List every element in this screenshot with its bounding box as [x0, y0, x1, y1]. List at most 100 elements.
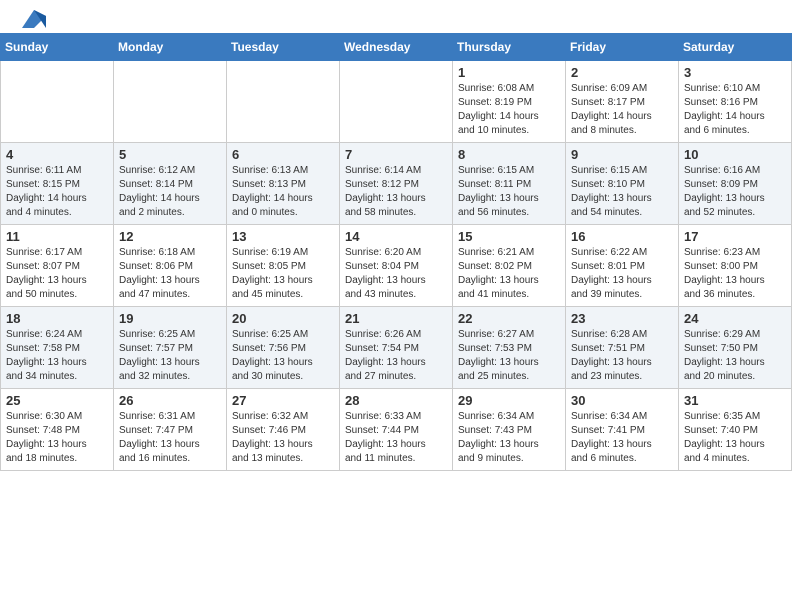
- day-info: Sunrise: 6:24 AM Sunset: 7:58 PM Dayligh…: [6, 328, 108, 384]
- logo: [20, 10, 46, 28]
- calendar-day: 28 Sunrise: 6:33 AM Sunset: 7:44 PM Dayli…: [340, 389, 453, 471]
- day-header-sunday: Sunday: [1, 34, 114, 61]
- day-info: Sunrise: 6:21 AM Sunset: 8:02 PM Dayligh…: [458, 246, 560, 302]
- calendar-day: [1, 61, 114, 143]
- day-header-wednesday: Wednesday: [340, 34, 453, 61]
- day-info: Sunrise: 6:23 AM Sunset: 8:00 PM Dayligh…: [684, 246, 786, 302]
- calendar-day: 25 Sunrise: 6:30 AM Sunset: 7:48 PM Dayli…: [1, 389, 114, 471]
- day-header-saturday: Saturday: [679, 34, 792, 61]
- day-info: Sunrise: 6:08 AM Sunset: 8:19 PM Dayligh…: [458, 82, 560, 138]
- day-number: 31: [684, 393, 786, 408]
- calendar-day: 5 Sunrise: 6:12 AM Sunset: 8:14 PM Daylig…: [114, 143, 227, 225]
- calendar-day: 9 Sunrise: 6:15 AM Sunset: 8:10 PM Daylig…: [566, 143, 679, 225]
- day-info: Sunrise: 6:31 AM Sunset: 7:47 PM Dayligh…: [119, 410, 221, 466]
- day-number: 16: [571, 229, 673, 244]
- calendar-day: 19Sunrise: 6:25 AM Sunset: 7:57 PM Dayli…: [114, 307, 227, 389]
- day-number: 18: [6, 311, 108, 326]
- day-info: Sunrise: 6:15 AM Sunset: 8:10 PM Dayligh…: [571, 164, 673, 220]
- calendar-week-4: 18 Sunrise: 6:24 AM Sunset: 7:58 PM Dayli…: [1, 307, 792, 389]
- calendar-day: 18 Sunrise: 6:24 AM Sunset: 7:58 PM Dayli…: [1, 307, 114, 389]
- day-number: 6: [232, 147, 334, 162]
- day-header-tuesday: Tuesday: [227, 34, 340, 61]
- day-info: Sunrise: 6:22 AM Sunset: 8:01 PM Dayligh…: [571, 246, 673, 302]
- calendar-day: 27 Sunrise: 6:32 AM Sunset: 7:46 PM Dayli…: [227, 389, 340, 471]
- calendar-table: SundayMondayTuesdayWednesdayThursdayFrid…: [0, 33, 792, 471]
- calendar-day: 14Sunrise: 6:20 AM Sunset: 8:04 PM Dayli…: [340, 225, 453, 307]
- calendar-day: 26 Sunrise: 6:31 AM Sunset: 7:47 PM Dayli…: [114, 389, 227, 471]
- day-info: Sunrise: 6:35 AM Sunset: 7:40 PM Dayligh…: [684, 410, 786, 466]
- day-info: Sunrise: 6:12 AM Sunset: 8:14 PM Dayligh…: [119, 164, 221, 220]
- day-number: 5: [119, 147, 221, 162]
- day-number: 8: [458, 147, 560, 162]
- calendar-week-2: 4 Sunrise: 6:11 AM Sunset: 8:15 PM Daylig…: [1, 143, 792, 225]
- calendar-day: 15 Sunrise: 6:21 AM Sunset: 8:02 PM Dayli…: [453, 225, 566, 307]
- calendar-day: [227, 61, 340, 143]
- day-info: Sunrise: 6:33 AM Sunset: 7:44 PM Dayligh…: [345, 410, 447, 466]
- page-header: [0, 0, 792, 33]
- day-header-monday: Monday: [114, 34, 227, 61]
- calendar-day: 23Sunrise: 6:28 AM Sunset: 7:51 PM Dayli…: [566, 307, 679, 389]
- day-number: 3: [684, 65, 786, 80]
- calendar-day: 2Sunrise: 6:09 AM Sunset: 8:17 PM Daylig…: [566, 61, 679, 143]
- day-info: Sunrise: 6:28 AM Sunset: 7:51 PM Dayligh…: [571, 328, 673, 384]
- calendar-week-5: 25 Sunrise: 6:30 AM Sunset: 7:48 PM Dayli…: [1, 389, 792, 471]
- day-number: 15: [458, 229, 560, 244]
- calendar-body: 1 Sunrise: 6:08 AM Sunset: 8:19 PM Daylig…: [1, 61, 792, 471]
- day-number: 28: [345, 393, 447, 408]
- day-info: Sunrise: 6:16 AM Sunset: 8:09 PM Dayligh…: [684, 164, 786, 220]
- calendar-day: 17 Sunrise: 6:23 AM Sunset: 8:00 PM Dayli…: [679, 225, 792, 307]
- day-number: 19: [119, 311, 221, 326]
- calendar-day: 4 Sunrise: 6:11 AM Sunset: 8:15 PM Daylig…: [1, 143, 114, 225]
- day-info: Sunrise: 6:25 AM Sunset: 7:56 PM Dayligh…: [232, 328, 334, 384]
- day-number: 22: [458, 311, 560, 326]
- day-number: 1: [458, 65, 560, 80]
- calendar-day: 12 Sunrise: 6:18 AM Sunset: 8:06 PM Dayli…: [114, 225, 227, 307]
- day-info: Sunrise: 6:34 AM Sunset: 7:43 PM Dayligh…: [458, 410, 560, 466]
- calendar-day: 31 Sunrise: 6:35 AM Sunset: 7:40 PM Dayli…: [679, 389, 792, 471]
- day-header-friday: Friday: [566, 34, 679, 61]
- day-number: 13: [232, 229, 334, 244]
- day-info: Sunrise: 6:32 AM Sunset: 7:46 PM Dayligh…: [232, 410, 334, 466]
- day-number: 12: [119, 229, 221, 244]
- calendar-day: 22 Sunrise: 6:27 AM Sunset: 7:53 PM Dayli…: [453, 307, 566, 389]
- calendar-day: 13 Sunrise: 6:19 AM Sunset: 8:05 PM Dayli…: [227, 225, 340, 307]
- day-number: 25: [6, 393, 108, 408]
- calendar-day: 8Sunrise: 6:15 AM Sunset: 8:11 PM Daylig…: [453, 143, 566, 225]
- calendar-day: 7Sunrise: 6:14 AM Sunset: 8:12 PM Daylig…: [340, 143, 453, 225]
- day-info: Sunrise: 6:14 AM Sunset: 8:12 PM Dayligh…: [345, 164, 447, 220]
- calendar-day: 30Sunrise: 6:34 AM Sunset: 7:41 PM Dayli…: [566, 389, 679, 471]
- day-info: Sunrise: 6:17 AM Sunset: 8:07 PM Dayligh…: [6, 246, 108, 302]
- day-number: 21: [345, 311, 447, 326]
- day-info: Sunrise: 6:29 AM Sunset: 7:50 PM Dayligh…: [684, 328, 786, 384]
- calendar-day: 24 Sunrise: 6:29 AM Sunset: 7:50 PM Dayli…: [679, 307, 792, 389]
- day-number: 26: [119, 393, 221, 408]
- day-info: Sunrise: 6:30 AM Sunset: 7:48 PM Dayligh…: [6, 410, 108, 466]
- calendar-day: 29Sunrise: 6:34 AM Sunset: 7:43 PM Dayli…: [453, 389, 566, 471]
- day-number: 24: [684, 311, 786, 326]
- day-info: Sunrise: 6:13 AM Sunset: 8:13 PM Dayligh…: [232, 164, 334, 220]
- day-info: Sunrise: 6:11 AM Sunset: 8:15 PM Dayligh…: [6, 164, 108, 220]
- day-info: Sunrise: 6:18 AM Sunset: 8:06 PM Dayligh…: [119, 246, 221, 302]
- day-number: 20: [232, 311, 334, 326]
- calendar-day: [340, 61, 453, 143]
- day-info: Sunrise: 6:09 AM Sunset: 8:17 PM Dayligh…: [571, 82, 673, 138]
- day-number: 11: [6, 229, 108, 244]
- calendar-day: 6 Sunrise: 6:13 AM Sunset: 8:13 PM Daylig…: [227, 143, 340, 225]
- day-info: Sunrise: 6:26 AM Sunset: 7:54 PM Dayligh…: [345, 328, 447, 384]
- day-number: 27: [232, 393, 334, 408]
- calendar-day: 20 Sunrise: 6:25 AM Sunset: 7:56 PM Dayli…: [227, 307, 340, 389]
- day-info: Sunrise: 6:19 AM Sunset: 8:05 PM Dayligh…: [232, 246, 334, 302]
- day-info: Sunrise: 6:20 AM Sunset: 8:04 PM Dayligh…: [345, 246, 447, 302]
- day-header-thursday: Thursday: [453, 34, 566, 61]
- day-number: 9: [571, 147, 673, 162]
- day-number: 4: [6, 147, 108, 162]
- day-info: Sunrise: 6:27 AM Sunset: 7:53 PM Dayligh…: [458, 328, 560, 384]
- day-info: Sunrise: 6:34 AM Sunset: 7:41 PM Dayligh…: [571, 410, 673, 466]
- calendar-header-row: SundayMondayTuesdayWednesdayThursdayFrid…: [1, 34, 792, 61]
- day-info: Sunrise: 6:10 AM Sunset: 8:16 PM Dayligh…: [684, 82, 786, 138]
- calendar-week-1: 1 Sunrise: 6:08 AM Sunset: 8:19 PM Daylig…: [1, 61, 792, 143]
- day-number: 10: [684, 147, 786, 162]
- calendar-day: 10 Sunrise: 6:16 AM Sunset: 8:09 PM Dayli…: [679, 143, 792, 225]
- calendar-day: 16 Sunrise: 6:22 AM Sunset: 8:01 PM Dayli…: [566, 225, 679, 307]
- day-number: 17: [684, 229, 786, 244]
